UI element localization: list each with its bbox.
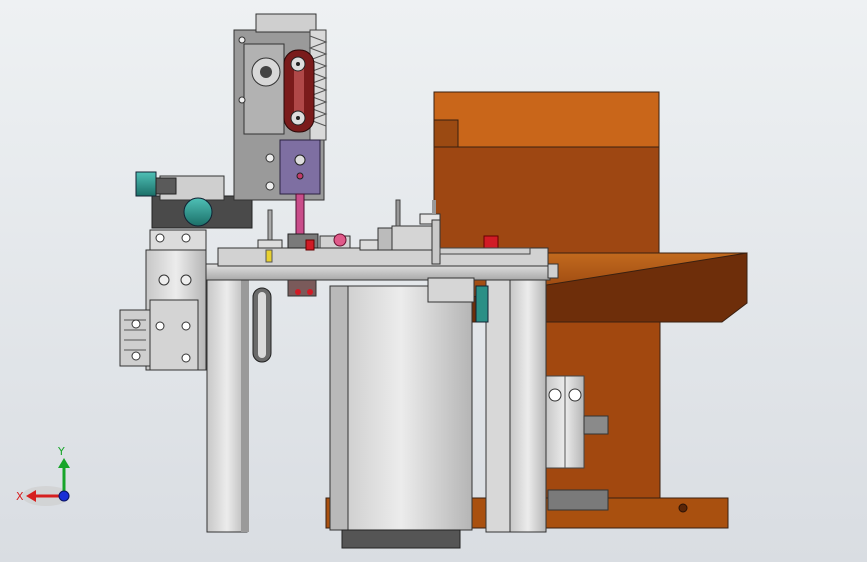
cad-viewport[interactable]: Y X: [0, 0, 867, 562]
z-axis-dot: [58, 490, 70, 502]
motor-block: [329, 279, 473, 549]
cad-model-canvas[interactable]: Y X: [0, 0, 867, 562]
maroon-lever: [283, 49, 315, 133]
disc: [252, 287, 272, 363]
x-axis-label: X: [16, 490, 24, 503]
y-axis-label: Y: [57, 445, 65, 458]
